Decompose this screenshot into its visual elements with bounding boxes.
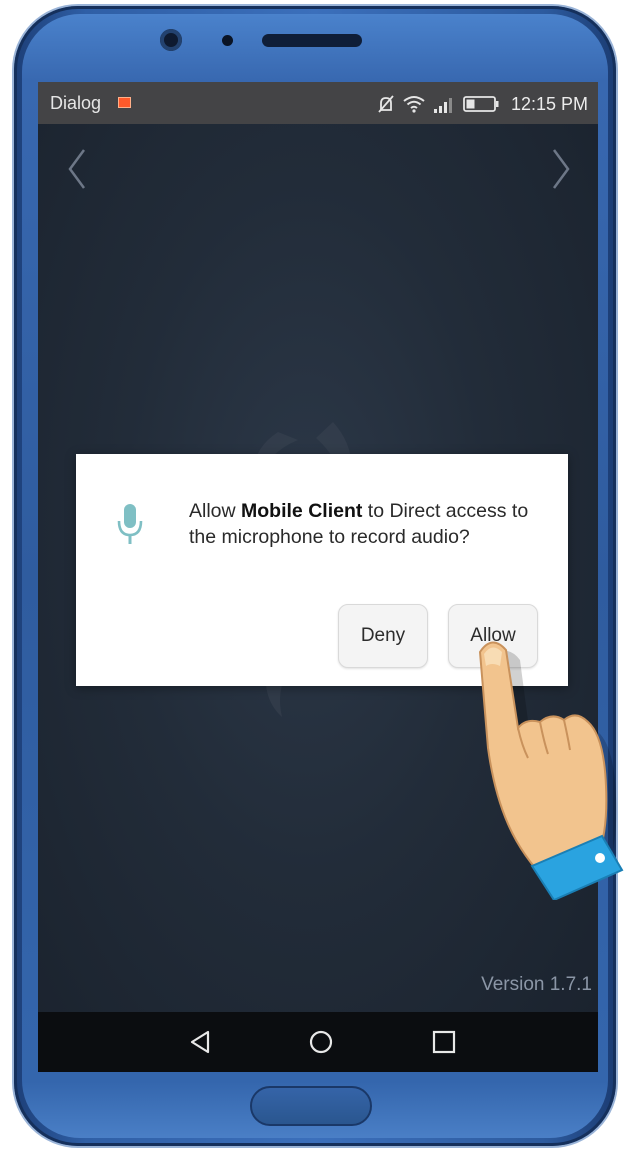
signal-icon	[433, 95, 455, 113]
carrier-name: Dialog	[50, 93, 102, 113]
tapping-hand-icon	[462, 630, 624, 905]
hardware-home-key[interactable]	[250, 1086, 372, 1126]
next-arrow-icon[interactable]	[550, 148, 572, 195]
home-icon[interactable]	[309, 1030, 333, 1059]
recents-icon[interactable]	[432, 1030, 456, 1059]
microphone-icon	[116, 502, 144, 551]
deny-button[interactable]: Deny	[338, 604, 428, 668]
dialog-message-prefix: Allow	[189, 500, 242, 522]
back-icon[interactable]	[188, 1030, 212, 1059]
earpiece-speaker	[262, 34, 362, 47]
app-version: Version 1.7.1	[481, 974, 592, 995]
proximity-sensor-icon	[222, 35, 233, 46]
battery-icon	[463, 95, 499, 113]
dialog-app-name: Mobile Client	[241, 500, 363, 522]
wifi-icon	[403, 95, 425, 113]
status-bar: Dialog 12:15 PM	[38, 82, 598, 124]
status-icons: 12:15 PM	[377, 92, 588, 116]
navigation-bar	[38, 1012, 598, 1072]
front-camera-icon	[160, 29, 182, 51]
dialog-message: Allow Mobile Client to Direct access to …	[189, 498, 539, 550]
mute-icon	[377, 94, 395, 114]
status-time: 12:15 PM	[510, 93, 588, 114]
sim-card-icon	[118, 97, 131, 108]
previous-arrow-icon[interactable]	[66, 148, 88, 195]
